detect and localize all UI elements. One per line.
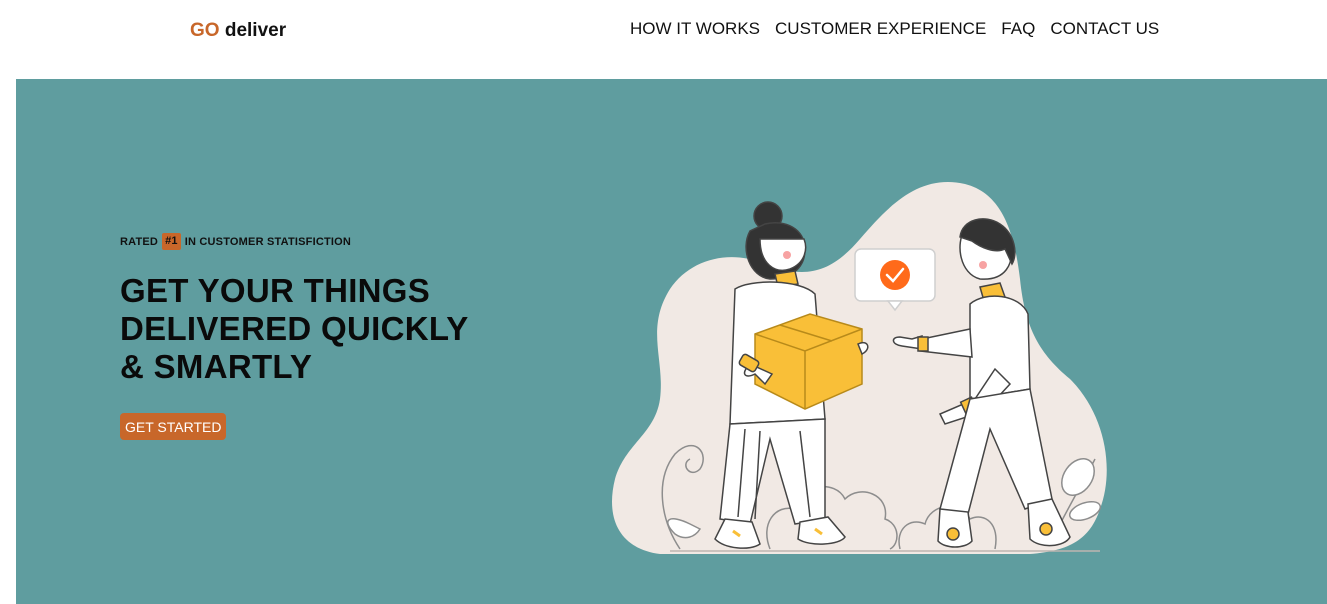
hero-section: RATED #1 IN CUSTOMER STATISFICTION GET Y… — [16, 79, 1327, 604]
logo[interactable]: GO deliver — [190, 20, 286, 42]
get-started-button[interactable]: GET STARTED — [120, 413, 227, 440]
nav-how-it-works[interactable]: HOW IT WORKS — [630, 19, 760, 39]
nav-contact-us[interactable]: CONTACT US — [1050, 19, 1159, 39]
check-speech-bubble — [854, 248, 936, 312]
site-header: GO deliver HOW IT WORKS CUSTOMER EXPERIE… — [0, 0, 1327, 79]
check-circle-icon — [880, 260, 910, 290]
headline-line-1: GET YOUR THINGS — [120, 272, 431, 309]
headline-line-3: & SMARTLY — [120, 348, 313, 385]
nav-faq[interactable]: FAQ — [1001, 19, 1035, 39]
tagline-suffix: IN CUSTOMER STATISFICTION — [184, 235, 352, 248]
nav-customer-experience[interactable]: CUSTOMER EXPERIENCE — [775, 19, 986, 39]
main-nav: HOW IT WORKS CUSTOMER EXPERIENCE FAQ CON… — [630, 19, 1174, 39]
logo-go: GO — [190, 20, 220, 41]
rating-tagline: RATED #1 IN CUSTOMER STATISFICTION — [120, 233, 351, 250]
delivery-handoff-illustration — [612, 182, 1107, 554]
rank-badge: #1 — [162, 233, 181, 250]
logo-deliver: deliver — [224, 20, 287, 41]
headline-line-2: DELIVERED QUICKLY — [120, 310, 469, 347]
tagline-prefix: RATED — [120, 235, 159, 248]
hero-headline: GET YOUR THINGS DELIVERED QUICKLY & SMAR… — [120, 272, 520, 386]
